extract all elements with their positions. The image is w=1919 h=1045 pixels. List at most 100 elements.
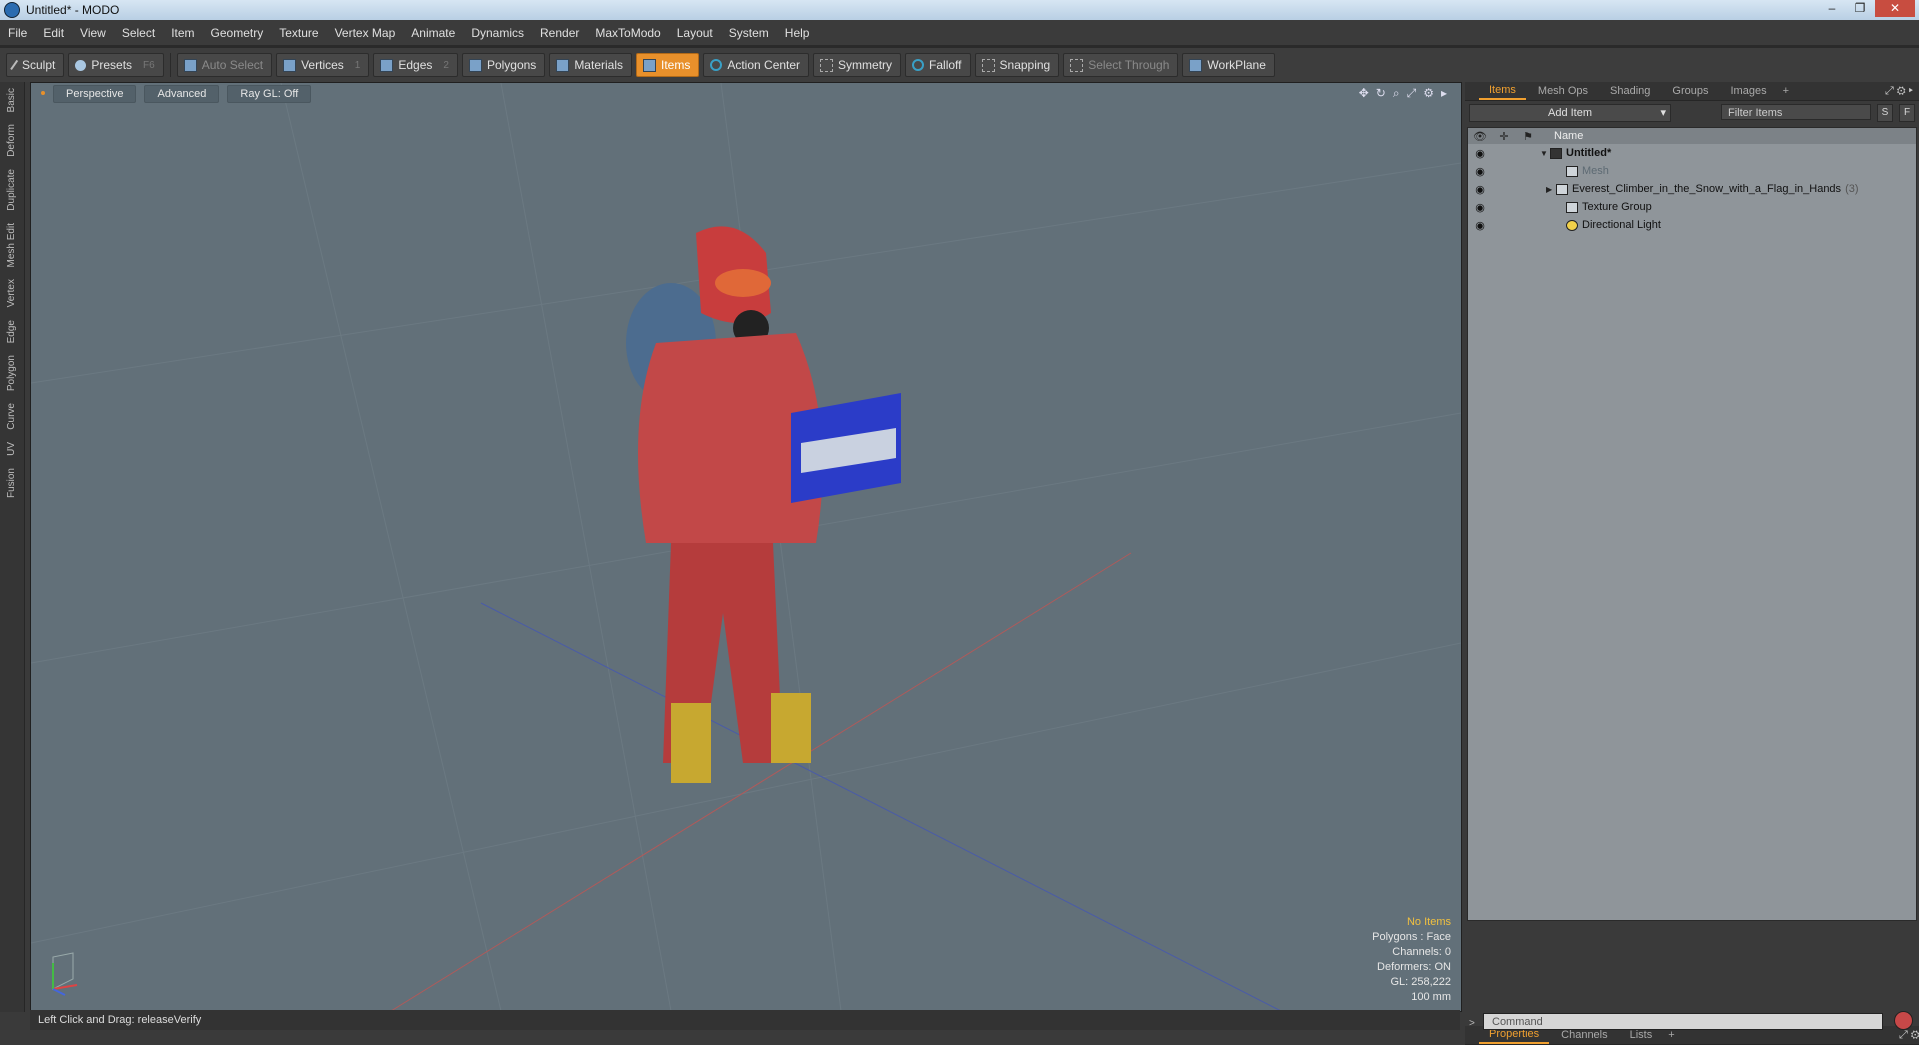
filter-f-button[interactable]: F [1899, 104, 1915, 122]
scene-icon [1550, 147, 1562, 159]
menu-render[interactable]: Render [532, 26, 587, 40]
materials-button[interactable]: Materials [549, 53, 632, 77]
presets-button[interactable]: Presets F6 [68, 53, 164, 77]
menu-geometry[interactable]: Geometry [203, 26, 272, 40]
visibility-eye-icon[interactable]: ◉ [1468, 147, 1492, 160]
select-through-icon [1070, 58, 1084, 72]
action-center-button[interactable]: Action Center [703, 53, 810, 77]
z-axis-line [480, 602, 1282, 1011]
presets-icon [75, 59, 87, 71]
tab-mesh-edit[interactable]: Mesh Edit [6, 217, 17, 273]
record-command-button[interactable] [1894, 1011, 1913, 1030]
pan-icon[interactable]: ✥ [1359, 86, 1369, 101]
climber-model[interactable] [626, 226, 901, 783]
texture-group-icon [1566, 201, 1578, 213]
menu-system[interactable]: System [721, 26, 777, 40]
tree-row-texture-group[interactable]: ◉ Texture Group [1468, 198, 1916, 216]
raygl-toggle[interactable]: Ray GL: Off [227, 85, 312, 103]
tab-shading[interactable]: Shading [1600, 83, 1660, 99]
minimize-button[interactable]: – [1819, 0, 1845, 17]
menu-select[interactable]: Select [114, 26, 163, 40]
panel-settings-icon[interactable]: ⤢ ⚙ ▸ [1899, 1029, 1919, 1042]
edges-button[interactable]: Edges 2 [373, 53, 458, 77]
expand-triangle-icon[interactable]: ▼ [1540, 149, 1550, 158]
tab-uv[interactable]: UV [6, 436, 17, 462]
menu-dynamics[interactable]: Dynamics [463, 26, 532, 40]
filter-items-input[interactable]: Filter Items [1721, 104, 1871, 120]
menu-help[interactable]: Help [777, 26, 818, 40]
polygons-icon [468, 58, 482, 72]
tab-duplicate[interactable]: Duplicate [6, 163, 17, 217]
viewport-expand-icon[interactable]: ▸ [1441, 86, 1447, 101]
menu-maxtomodo[interactable]: MaxToModo [587, 26, 668, 40]
tab-vertex[interactable]: Vertex [6, 273, 17, 313]
tab-images[interactable]: Images [1721, 83, 1777, 99]
tab-basic[interactable]: Basic [6, 82, 17, 118]
tab-groups[interactable]: Groups [1662, 83, 1718, 99]
brush-icon [10, 59, 20, 71]
tree-row-climber-group[interactable]: ◉ ▶ Everest_Climber_in_the_Snow_with_a_F… [1468, 180, 1916, 198]
polygons-button[interactable]: Polygons [461, 53, 546, 77]
menu-edit[interactable]: Edit [35, 26, 72, 40]
tree-row-label: Everest_Climber_in_the_Snow_with_a_Flag_… [1572, 183, 1842, 195]
items-button[interactable]: Items [636, 53, 700, 77]
name-column-header[interactable]: Name [1540, 130, 1583, 142]
visibility-eye-icon[interactable]: ◉ [1468, 183, 1492, 196]
command-input[interactable]: Command [1483, 1013, 1883, 1030]
panel-settings-icon[interactable]: ⤢ ⚙ ▸ [1885, 85, 1913, 98]
visibility-eye-icon[interactable]: ◉ [1468, 201, 1492, 214]
expand-triangle-icon[interactable]: ▶ [1546, 185, 1556, 194]
tab-deform[interactable]: Deform [6, 118, 17, 163]
tab-edge[interactable]: Edge [6, 314, 17, 349]
snapping-button[interactable]: Snapping [974, 53, 1060, 77]
add-tab-icon[interactable]: + [1779, 83, 1793, 99]
close-button[interactable]: ✕ [1875, 0, 1915, 17]
item-list-controls: Add Item ▾ Filter Items S F [1465, 101, 1919, 125]
add-item-dropdown[interactable]: Add Item ▾ [1469, 104, 1671, 122]
tab-mesh-ops[interactable]: Mesh Ops [1528, 83, 1598, 99]
zoom-icon[interactable]: ⌕ [1393, 86, 1400, 101]
menu-vertex-map[interactable]: Vertex Map [327, 26, 404, 40]
visibility-column-icon[interactable]: 👁 [1468, 130, 1492, 143]
workplane-button[interactable]: WorkPlane [1182, 53, 1275, 77]
filter-s-button[interactable]: S [1877, 104, 1893, 122]
maximize-button[interactable]: ❐ [1847, 0, 1873, 17]
symmetry-button[interactable]: Symmetry [813, 53, 902, 77]
main-toolbar: Sculpt Presets F6 Auto Select Vertices 1… [0, 48, 1919, 82]
viewport-settings-icon[interactable]: ⚙ [1423, 86, 1434, 101]
menu-texture[interactable]: Texture [271, 26, 326, 40]
rotate-icon[interactable]: ↻ [1376, 86, 1386, 101]
sculpt-button[interactable]: Sculpt [6, 53, 65, 77]
view-mode-dropdown[interactable]: Perspective [53, 85, 137, 103]
visibility-eye-icon[interactable]: ◉ [1468, 219, 1492, 232]
menu-layout[interactable]: Layout [669, 26, 721, 40]
render-column-icon[interactable]: ⚑ [1516, 130, 1540, 143]
tab-curve[interactable]: Curve [6, 397, 17, 436]
lock-column-icon[interactable]: ✛ [1492, 130, 1516, 143]
menu-item[interactable]: Item [163, 26, 202, 40]
tree-row-label: Mesh [1582, 165, 1609, 177]
tab-polygon[interactable]: Polygon [6, 349, 17, 397]
falloff-button[interactable]: Falloff [905, 53, 971, 77]
tree-row-mesh[interactable]: ◉ Mesh [1468, 162, 1916, 180]
menu-file[interactable]: File [0, 26, 35, 40]
vertices-button[interactable]: Vertices 1 [276, 53, 370, 77]
menu-view[interactable]: View [72, 26, 114, 40]
tree-row-scene[interactable]: ◉ ▼ Untitled* [1468, 144, 1916, 162]
visibility-eye-icon[interactable]: ◉ [1468, 165, 1492, 178]
tree-row-directional-light[interactable]: ◉ Directional Light [1468, 216, 1916, 234]
tab-fusion[interactable]: Fusion [6, 462, 17, 504]
stat-scale: 100 mm [1411, 991, 1451, 1003]
3d-viewport[interactable]: Perspective Advanced Ray GL: Off ✥ ↻ ⌕ ⤢… [30, 82, 1462, 1012]
select-through-button[interactable]: Select Through [1063, 53, 1179, 77]
group-icon [1556, 183, 1568, 195]
window-controls: – ❐ ✕ [1819, 0, 1915, 17]
auto-select-button[interactable]: Auto Select [176, 53, 273, 77]
maximize-viewport-icon[interactable]: ⤢ [1407, 86, 1417, 101]
action-center-icon [710, 59, 723, 71]
tab-items[interactable]: Items [1479, 82, 1526, 100]
menu-animate[interactable]: Animate [403, 26, 463, 40]
stat-items: No Items [1406, 916, 1451, 928]
shading-mode-dropdown[interactable]: Advanced [144, 85, 220, 103]
viewport-menu-dot[interactable] [41, 91, 45, 95]
